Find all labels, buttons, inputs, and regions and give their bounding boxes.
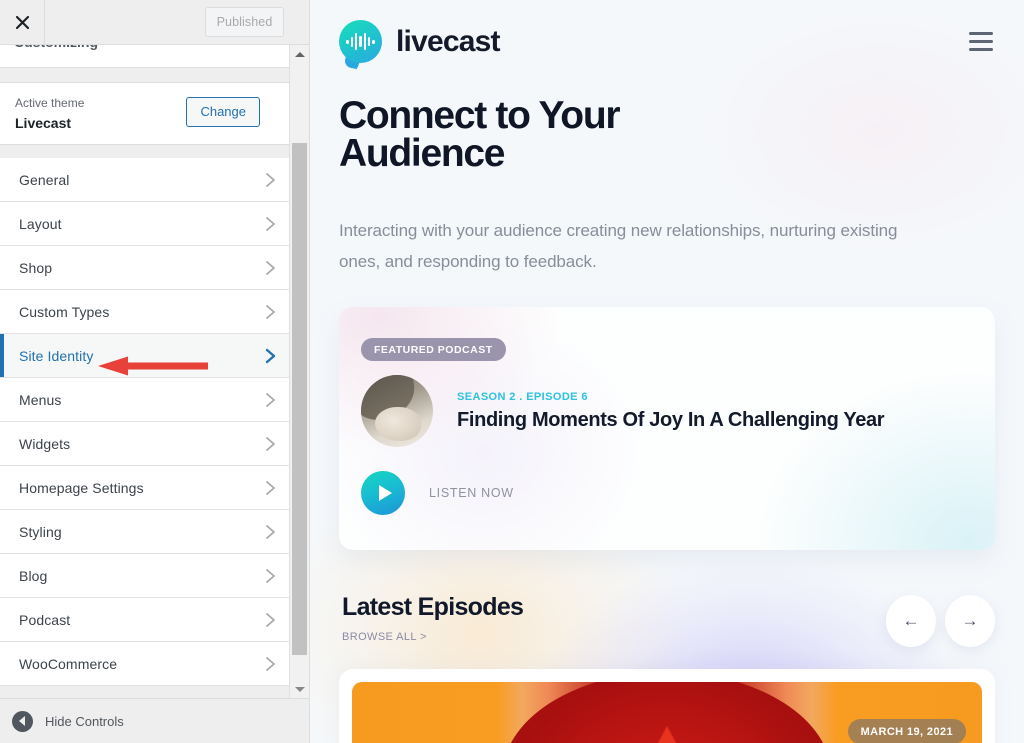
sidebar-item-site-identity[interactable]: Site Identity — [0, 334, 290, 378]
sidebar-item-label: General — [19, 171, 70, 188]
chevron-right-icon — [265, 260, 276, 276]
sidebar-item-custom-types[interactable]: Custom Types — [0, 290, 290, 334]
episode-date-badge: MARCH 19, 2021 — [847, 719, 966, 743]
site-preview-frame[interactable]: livecast Connect to Your Audience Intera… — [310, 0, 1024, 743]
close-x-glyph — [15, 15, 29, 29]
site-header: livecast — [339, 0, 995, 75]
chevron-right-icon — [265, 612, 276, 628]
hero-subheading: Interacting with your audience creating … — [339, 221, 898, 271]
sidebar-item-widgets[interactable]: Widgets — [0, 422, 290, 466]
customizer-screen: Published Customizing Active theme Livec… — [0, 0, 1024, 743]
publish-button[interactable]: Published — [205, 7, 284, 37]
scroll-down-button[interactable] — [290, 680, 309, 698]
scrollbar-thumb[interactable] — [292, 143, 307, 655]
sidebar-item-label: Layout — [19, 215, 62, 232]
logo-waveform-icon — [339, 20, 382, 63]
chevron-up-icon — [294, 51, 305, 57]
chevron-right-icon — [265, 656, 276, 672]
carousel-nav: ← → — [886, 595, 995, 647]
sidebar-item-label: WooCommerce — [19, 655, 118, 672]
play-icon[interactable] — [361, 471, 405, 515]
sidebar-item-blog[interactable]: Blog — [0, 554, 290, 598]
customizer-topbar: Published — [0, 0, 309, 45]
preview-content: livecast Connect to Your Audience Intera… — [310, 0, 1024, 743]
sidebar-item-shop[interactable]: Shop — [0, 246, 290, 290]
customizing-header-cutoff: Customizing — [0, 45, 290, 68]
sidebar-item-layout[interactable]: Layout — [0, 202, 290, 246]
hero-heading: Connect to Your Audience — [339, 94, 621, 175]
sidebar-item-label: Widgets — [19, 435, 71, 452]
featured-podcast-card[interactable]: FEATURED PODCAST SEASON 2 . EPISODE 6 Fi… — [339, 307, 995, 550]
featured-badge: FEATURED PODCAST — [361, 338, 506, 361]
episode-card-image: MARCH 19, 2021 — [352, 682, 982, 743]
episode-card[interactable]: MARCH 19, 2021 — [339, 669, 995, 743]
scroll-up-button[interactable] — [290, 45, 309, 63]
featured-episode-row: SEASON 2 . EPISODE 6 Finding Moments Of … — [361, 375, 885, 447]
customizer-scroll-area: Customizing Active theme Livecast Change… — [0, 45, 309, 698]
chevron-right-icon — [265, 524, 276, 540]
listen-now-label: LISTEN NOW — [429, 486, 514, 500]
site-title[interactable]: livecast — [396, 25, 500, 59]
episode-thumbnail — [361, 375, 433, 447]
customizer-section-list: General Layout Shop Custom Types Site Identi… — [0, 158, 290, 686]
chevron-right-icon — [265, 172, 276, 188]
sidebar-item-label: Custom Types — [19, 303, 110, 320]
sidebar-item-label: Styling — [19, 523, 62, 540]
featured-episode-meta: SEASON 2 . EPISODE 6 Finding Moments Of … — [457, 390, 885, 432]
change-theme-button[interactable]: Change — [186, 97, 260, 127]
episode-image-peak — [637, 726, 697, 743]
episode-title[interactable]: Finding Moments Of Joy In A Challenging … — [457, 409, 885, 432]
close-icon[interactable] — [0, 0, 45, 44]
sidebar-item-homepage-settings[interactable]: Homepage Settings — [0, 466, 290, 510]
chevron-right-icon — [265, 348, 276, 364]
sidebar-item-menus[interactable]: Menus — [0, 378, 290, 422]
chevron-right-icon — [265, 568, 276, 584]
sidebar-item-label: Site Identity — [19, 347, 94, 364]
chevron-right-icon — [265, 480, 276, 496]
sidebar-item-label: Blog — [19, 567, 48, 584]
sidebar-item-woocommerce[interactable]: WooCommerce — [0, 642, 290, 686]
chevron-right-icon — [265, 216, 276, 232]
sidebar-item-label: Shop — [19, 259, 53, 276]
hide-controls-button[interactable]: Hide Controls — [0, 698, 309, 743]
chevron-right-icon — [265, 304, 276, 320]
sidebar-gap-top — [0, 68, 290, 82]
hamburger-menu-icon[interactable] — [969, 32, 995, 51]
active-theme-panel: Active theme Livecast Change — [0, 82, 290, 145]
customizer-sidebar: Published Customizing Active theme Livec… — [0, 0, 310, 743]
sidebar-item-podcast[interactable]: Podcast — [0, 598, 290, 642]
listen-now-control[interactable]: LISTEN NOW — [361, 471, 514, 515]
hide-controls-label: Hide Controls — [45, 713, 124, 729]
episode-season-label: SEASON 2 . EPISODE 6 — [457, 390, 588, 403]
chevron-right-icon — [265, 392, 276, 408]
customizer-pane: Customizing Active theme Livecast Change… — [0, 45, 290, 698]
sidebar-scrollbar[interactable] — [289, 45, 309, 698]
arrow-left-icon[interactable]: ← — [886, 595, 936, 647]
sidebar-item-label: Menus — [19, 391, 62, 408]
livecast-logo-icon[interactable] — [339, 20, 382, 70]
sidebar-item-general[interactable]: General — [0, 158, 290, 202]
sidebar-gap-mid — [0, 145, 290, 158]
latest-episodes-header: Latest Episodes BROWSE ALL > ← → — [339, 593, 995, 647]
arrow-right-icon[interactable]: → — [945, 595, 995, 647]
customizing-header-text: Customizing — [14, 45, 98, 50]
chevron-right-icon — [265, 436, 276, 452]
chevron-down-icon — [294, 686, 305, 692]
collapse-arrow-icon — [12, 710, 33, 732]
sidebar-item-label: Podcast — [19, 611, 71, 628]
sidebar-item-styling[interactable]: Styling — [0, 510, 290, 554]
sidebar-item-label: Homepage Settings — [19, 479, 144, 496]
